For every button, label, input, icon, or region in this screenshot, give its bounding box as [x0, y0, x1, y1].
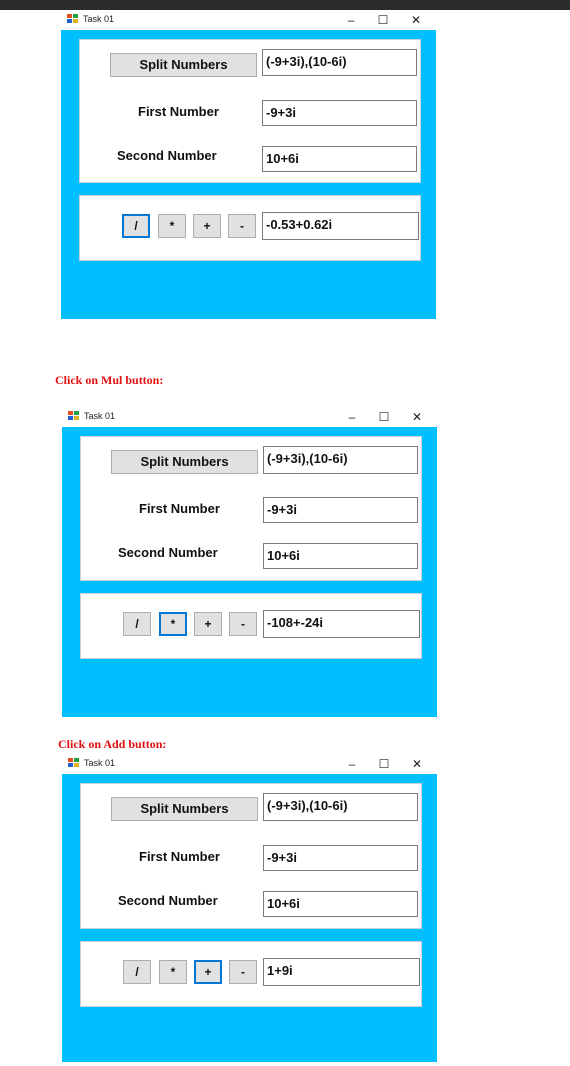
mul-button[interactable]: * — [159, 960, 187, 984]
app-icon — [67, 14, 78, 24]
second-number-input[interactable]: 10+6i — [263, 543, 418, 569]
caption-add: Click on Add button: — [58, 737, 167, 751]
split-numbers-button[interactable]: Split Numbers — [111, 450, 258, 474]
split-numbers-button[interactable]: Split Numbers — [111, 797, 258, 821]
first-number-label: First Number — [139, 501, 220, 516]
client-area: Split Numbers (-9+3i),(10-6i) First Numb… — [62, 427, 437, 717]
sub-button[interactable]: - — [229, 960, 257, 984]
window-2: Task 01 – ☐ ✕ Split Numbers (-9+3i),(10-… — [62, 407, 437, 717]
split-input[interactable]: (-9+3i),(10-6i) — [263, 793, 418, 821]
result-output[interactable]: -108+-24i — [263, 610, 420, 638]
minimize-button[interactable]: – — [337, 407, 367, 427]
result-output[interactable]: -0.53+0.62i — [262, 212, 419, 240]
title-bar[interactable]: Task 01 – ☐ ✕ — [61, 10, 436, 30]
first-number-input[interactable]: -9+3i — [262, 100, 417, 126]
second-number-input[interactable]: 10+6i — [263, 891, 418, 917]
close-button[interactable]: ✕ — [402, 407, 432, 427]
input-panel: Split Numbers (-9+3i),(10-6i) First Numb… — [80, 436, 422, 581]
sub-button[interactable]: - — [228, 214, 256, 238]
second-number-label: Second Number — [118, 893, 218, 908]
client-area: Split Numbers (-9+3i),(10-6i) First Numb… — [61, 30, 436, 319]
maximize-button[interactable]: ☐ — [368, 10, 398, 30]
close-button[interactable]: ✕ — [402, 754, 432, 774]
minimize-button[interactable]: – — [337, 754, 367, 774]
operations-panel: / * + - -0.53+0.62i — [79, 195, 421, 261]
maximize-button[interactable]: ☐ — [369, 407, 399, 427]
top-dark-strip — [0, 0, 570, 10]
caption-mul: Click on Mul button: — [55, 373, 164, 387]
add-button[interactable]: + — [194, 960, 222, 984]
window-title: Task 01 — [83, 14, 115, 24]
first-number-label: First Number — [138, 104, 219, 119]
second-number-label: Second Number — [117, 148, 217, 163]
mul-button[interactable]: * — [158, 214, 186, 238]
result-output[interactable]: 1+9i — [263, 958, 420, 986]
div-button[interactable]: / — [122, 214, 150, 238]
div-button[interactable]: / — [123, 612, 151, 636]
second-number-input[interactable]: 10+6i — [262, 146, 417, 172]
input-panel: Split Numbers (-9+3i),(10-6i) First Numb… — [80, 783, 422, 929]
first-number-input[interactable]: -9+3i — [263, 845, 418, 871]
maximize-button[interactable]: ☐ — [369, 754, 399, 774]
window-title: Task 01 — [84, 411, 116, 421]
app-icon — [68, 411, 79, 421]
app-icon — [68, 758, 79, 768]
split-input[interactable]: (-9+3i),(10-6i) — [262, 49, 417, 76]
window-3: Task 01 – ☐ ✕ Split Numbers (-9+3i),(10-… — [62, 754, 437, 1062]
window-1: Task 01 – ☐ ✕ Split Numbers (-9+3i),(10-… — [61, 10, 436, 319]
sub-button[interactable]: - — [229, 612, 257, 636]
add-button[interactable]: + — [194, 612, 222, 636]
mul-button[interactable]: * — [159, 612, 187, 636]
minimize-button[interactable]: – — [336, 10, 366, 30]
close-button[interactable]: ✕ — [401, 10, 431, 30]
operations-panel: / * + - -108+-24i — [80, 593, 422, 659]
first-number-input[interactable]: -9+3i — [263, 497, 418, 523]
split-input[interactable]: (-9+3i),(10-6i) — [263, 446, 418, 474]
div-button[interactable]: / — [123, 960, 151, 984]
second-number-label: Second Number — [118, 545, 218, 560]
input-panel: Split Numbers (-9+3i),(10-6i) First Numb… — [79, 39, 421, 183]
split-numbers-button[interactable]: Split Numbers — [110, 53, 257, 77]
window-title: Task 01 — [84, 758, 116, 768]
add-button[interactable]: + — [193, 214, 221, 238]
operations-panel: / * + - 1+9i — [80, 941, 422, 1007]
first-number-label: First Number — [139, 849, 220, 864]
title-bar[interactable]: Task 01 – ☐ ✕ — [62, 754, 437, 774]
title-bar[interactable]: Task 01 – ☐ ✕ — [62, 407, 437, 427]
client-area: Split Numbers (-9+3i),(10-6i) First Numb… — [62, 774, 437, 1062]
